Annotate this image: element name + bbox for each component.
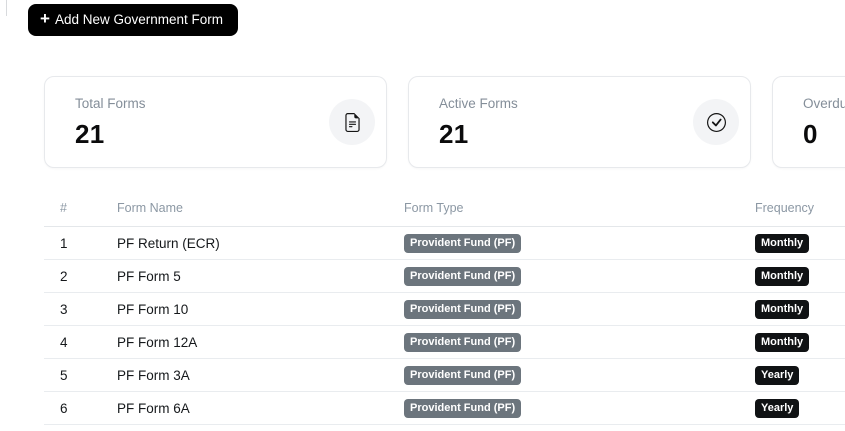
add-new-government-form-button[interactable]: + Add New Government Form [28,4,238,36]
file-text-icon [329,99,375,145]
table-row: 5 PF Form 3A Provident Fund (PF) Yearly [44,358,845,392]
frequency-badge: Monthly [755,332,810,352]
column-header-frequency: Frequency [755,192,845,227]
stat-card-value: 21 [439,119,469,149]
add-button-label: Add New Government Form [54,12,223,27]
column-header-form-type: Form Type [404,192,755,227]
column-header-number: # [44,192,117,227]
form-type-cell: Provident Fund (PF) [404,325,755,359]
frequency-cell: Monthly [755,325,845,359]
table-header-row: # Form Name Form Type Frequency [44,192,845,227]
row-number-cell: 6 [44,391,117,425]
table-row: 3 PF Form 10 Provident Fund (PF) Monthly [44,292,845,326]
stat-card-overdue: Overdue 0 [772,76,845,168]
table-row: 1 PF Return (ECR) Provident Fund (PF) Mo… [44,226,845,260]
form-type-badge: Provident Fund (PF) [404,398,522,418]
form-name-cell: PF Form 5 [117,259,404,293]
stat-card-label: Overdue [803,96,845,111]
frequency-cell: Monthly [755,259,845,293]
stat-card-value: 0 [803,119,818,149]
form-type-badge: Provident Fund (PF) [404,365,522,385]
stat-card-total-forms: Total Forms 21 [44,76,387,168]
frequency-cell: Yearly [755,358,845,392]
plus-icon: + [40,8,50,28]
forms-table: # Form Name Form Type Frequency 1 PF Ret… [44,192,845,425]
row-number-cell: 4 [44,325,117,359]
form-type-cell: Provident Fund (PF) [404,259,755,293]
form-name-cell: PF Form 6A [117,391,404,425]
row-number-cell: 3 [44,292,117,326]
table-row: 4 PF Form 12A Provident Fund (PF) Monthl… [44,325,845,359]
frequency-badge: Yearly [755,365,800,385]
stat-card-active-forms: Active Forms 21 [408,76,751,168]
row-number-cell: 2 [44,259,117,293]
table-row: 6 PF Form 6A Provident Fund (PF) Yearly [44,391,845,425]
form-type-badge: Provident Fund (PF) [404,233,522,253]
table-row: 2 PF Form 5 Provident Fund (PF) Monthly [44,259,845,293]
frequency-badge: Yearly [755,398,800,418]
form-name-cell: PF Form 10 [117,292,404,326]
frequency-cell: Monthly [755,292,845,326]
frequency-badge: Monthly [755,233,810,253]
stats-row: Total Forms 21 Active Forms 21 Overdue 0 [44,76,845,168]
form-type-cell: Provident Fund (PF) [404,358,755,392]
form-type-badge: Provident Fund (PF) [404,332,522,352]
form-type-cell: Provident Fund (PF) [404,292,755,326]
form-name-cell: PF Form 12A [117,325,404,359]
form-name-cell: PF Return (ECR) [117,226,404,260]
form-type-badge: Provident Fund (PF) [404,266,522,286]
row-number-cell: 5 [44,358,117,392]
stat-card-value: 21 [75,119,105,149]
stat-card-label: Active Forms [439,96,518,111]
container-edge-line [6,0,7,16]
stat-card-label: Total Forms [75,96,146,111]
form-name-cell: PF Form 3A [117,358,404,392]
row-number-cell: 1 [44,226,117,260]
frequency-badge: Monthly [755,299,810,319]
check-circle-icon [693,99,739,145]
frequency-badge: Monthly [755,266,810,286]
column-header-form-name: Form Name [117,192,404,227]
form-type-badge: Provident Fund (PF) [404,299,522,319]
frequency-cell: Monthly [755,226,845,260]
form-type-cell: Provident Fund (PF) [404,226,755,260]
frequency-cell: Yearly [755,391,845,425]
form-type-cell: Provident Fund (PF) [404,391,755,425]
